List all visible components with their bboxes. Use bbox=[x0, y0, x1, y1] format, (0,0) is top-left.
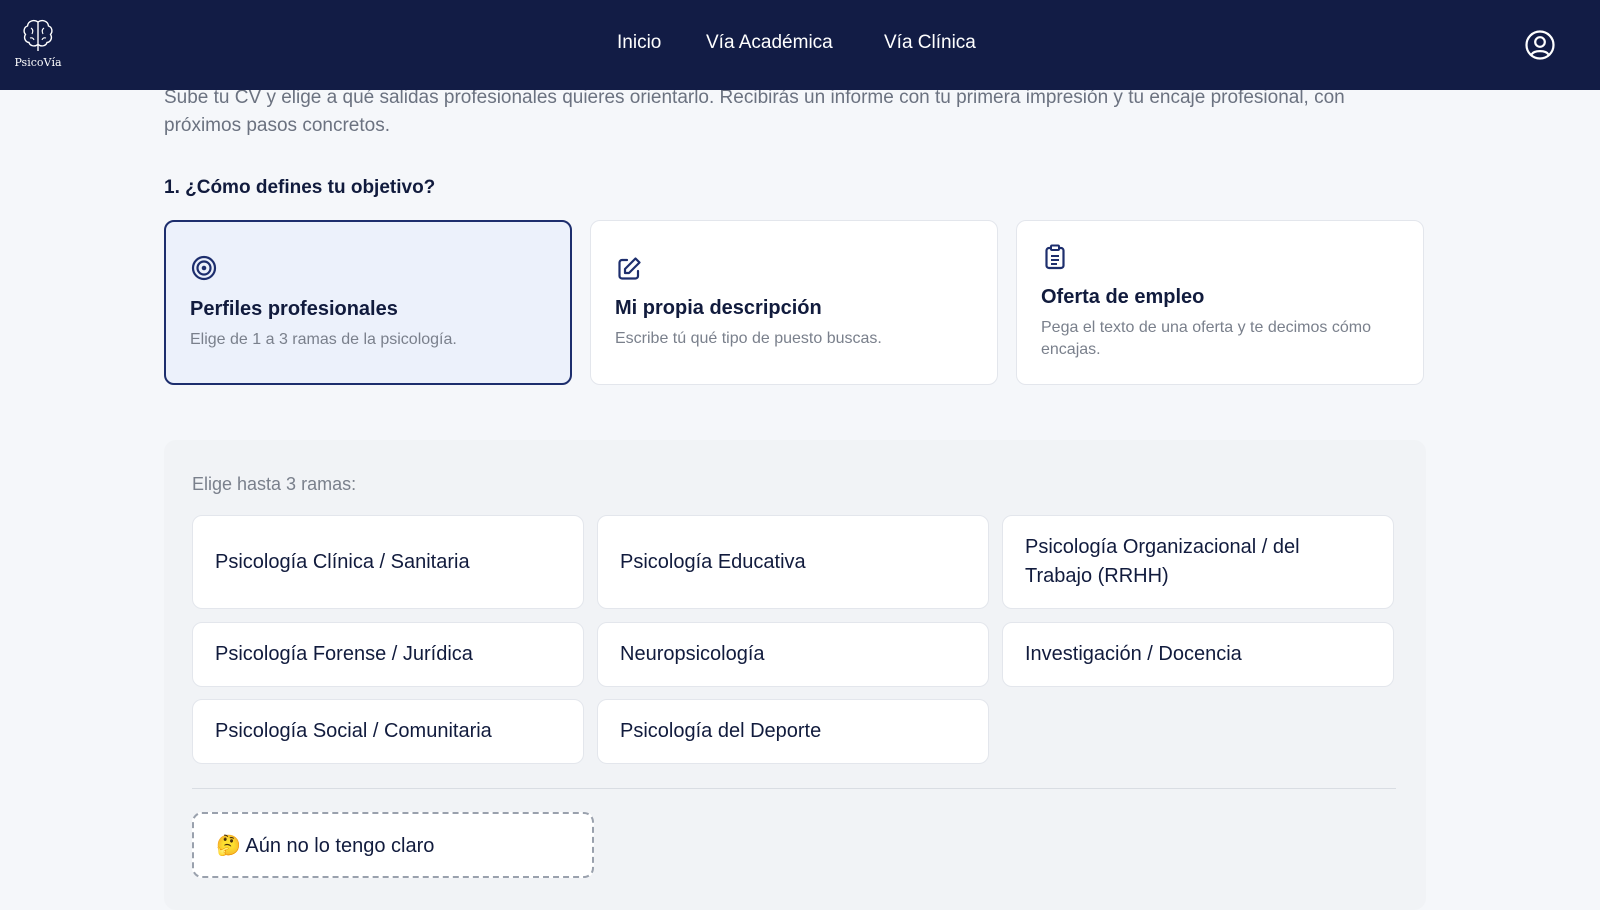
unsure-button[interactable]: 🤔 Aún no lo tengo claro bbox=[192, 812, 594, 878]
branch-option[interactable]: Investigación / Docencia bbox=[1002, 622, 1394, 687]
branch-option[interactable]: Psicología Clínica / Sanitaria bbox=[192, 515, 584, 609]
branch-option[interactable]: Psicología del Deporte bbox=[597, 699, 989, 764]
option-card-oferta[interactable]: Oferta de empleo Pega el texto de una of… bbox=[1016, 220, 1424, 385]
branches-panel: Elige hasta 3 ramas: Psicología Clínica … bbox=[164, 440, 1426, 910]
nav-inicio[interactable]: Inicio bbox=[617, 32, 661, 54]
branch-option[interactable]: Psicología Social / Comunitaria bbox=[192, 699, 584, 764]
nav-via-clinica[interactable]: Vía Clínica bbox=[884, 32, 976, 54]
top-navbar: PsicoVía Inicio Vía Académica Vía Clínic… bbox=[0, 0, 1600, 90]
intro-text: Sube tu CV y elige a qué salidas profesi… bbox=[164, 87, 1345, 136]
option-desc: Pega el texto de una oferta y te decimos… bbox=[1041, 319, 1371, 358]
option-title: Perfiles profesionales bbox=[190, 298, 398, 320]
option-title: Mi propia descripción bbox=[615, 297, 822, 319]
clipboard-icon bbox=[1041, 243, 1069, 276]
option-title: Oferta de empleo bbox=[1041, 286, 1205, 308]
divider bbox=[192, 788, 1396, 789]
option-desc: Elige de 1 a 3 ramas de la psicología. bbox=[190, 331, 457, 348]
branch-option[interactable]: Neuropsicología bbox=[597, 622, 989, 687]
objective-title: 1. ¿Cómo defines tu objetivo? bbox=[164, 177, 436, 198]
option-card-descripcion[interactable]: Mi propia descripción Escribe tú qué tip… bbox=[590, 220, 998, 385]
branch-option[interactable]: Psicología Organizacional / del Trabajo … bbox=[1002, 515, 1394, 609]
branch-option[interactable]: Psicología Forense / Jurídica bbox=[192, 622, 584, 687]
user-circle-icon[interactable] bbox=[1524, 29, 1556, 66]
target-icon bbox=[190, 254, 218, 287]
nav-via-academica[interactable]: Vía Académica bbox=[706, 32, 833, 54]
branches-label: Elige hasta 3 ramas: bbox=[192, 474, 357, 494]
option-card-perfiles[interactable]: Perfiles profesionales Elige de 1 a 3 ra… bbox=[164, 220, 572, 385]
branch-option[interactable]: Psicología Educativa bbox=[597, 515, 989, 609]
edit-icon bbox=[615, 255, 643, 288]
option-desc: Escribe tú qué tipo de puesto buscas. bbox=[615, 330, 882, 347]
main-content: Sube tu CV y elige a qué salidas profesi… bbox=[0, 0, 1600, 910]
main-nav: Inicio Vía Académica Vía Clínica bbox=[0, 0, 1600, 90]
